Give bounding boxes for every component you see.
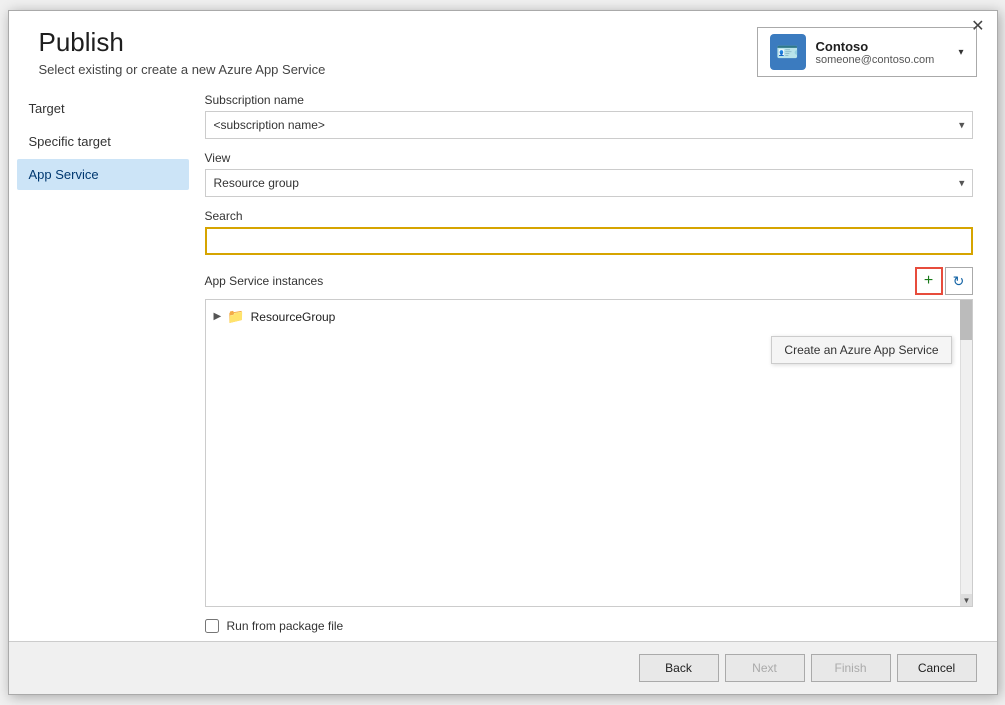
refresh-icon: ↻ [953,273,965,290]
add-tooltip: Create an Azure App Service [771,336,951,364]
sidebar-item-app-service[interactable]: App Service [17,159,189,190]
tree-item-resourcegroup[interactable]: ▶ 📁 ResourceGroup [206,304,972,329]
plus-icon: + [924,272,933,290]
checkbox-row: Run from package file [205,607,973,641]
view-group: View Resource group [205,151,973,197]
subscription-label: Subscription name [205,93,973,107]
view-select-wrapper: Resource group [205,169,973,197]
search-group: Search [205,209,973,255]
sidebar: Target Specific target App Service [9,93,189,641]
finish-button[interactable]: Finish [811,654,891,682]
avatar-icon: 🪪 [776,42,798,63]
dialog-footer: Back Next Finish Cancel [9,641,997,694]
folder-icon: 📁 [227,308,244,325]
refresh-button[interactable]: ↻ [945,267,973,295]
cancel-button[interactable]: Cancel [897,654,977,682]
subscription-group: Subscription name <subscription name> [205,93,973,139]
add-app-service-button[interactable]: + [915,267,943,295]
view-label: View [205,151,973,165]
subscription-select[interactable]: <subscription name> [205,111,973,139]
account-name: Contoso [816,39,949,54]
publish-dialog: ✕ Publish Select existing or create a ne… [8,10,998,695]
instances-list-inner: ▶ 📁 ResourceGroup [206,300,972,333]
back-button[interactable]: Back [639,654,719,682]
dialog-body: Target Specific target App Service Subsc… [9,77,997,641]
search-label: Search [205,209,973,223]
scrollbar-thumb[interactable] [960,300,972,340]
tree-item-label: ResourceGroup [251,310,336,324]
account-info: Contoso someone@contoso.com [816,39,949,66]
account-email: someone@contoso.com [816,54,949,66]
instances-list[interactable]: ▶ 📁 ResourceGroup Create an Azure App Se… [205,299,973,607]
scrollbar-track: ▲ ▼ [960,300,972,606]
dialog-title: Publish [39,27,326,58]
view-select[interactable]: Resource group [205,169,973,197]
tree-expand-arrow: ▶ [214,311,222,322]
account-avatar: 🪪 [770,34,806,70]
next-button[interactable]: Next [725,654,805,682]
scrollbar-down[interactable]: ▼ [961,594,973,606]
sidebar-item-specific-target[interactable]: Specific target [17,126,189,157]
instances-actions: + ↻ [915,267,973,295]
run-from-package-checkbox[interactable] [205,619,219,633]
account-selector[interactable]: 🪪 Contoso someone@contoso.com ▾ [757,27,977,77]
dialog-subtitle: Select existing or create a new Azure Ap… [39,62,326,77]
title-bar: Publish Select existing or create a new … [9,11,997,77]
close-button[interactable]: ✕ [971,19,984,35]
instances-section: App Service instances + ↻ ▶ [205,267,973,641]
subscription-select-wrapper: <subscription name> [205,111,973,139]
instances-header: App Service instances + ↻ [205,267,973,295]
run-from-package-label: Run from package file [227,619,344,633]
instances-label: App Service instances [205,274,324,288]
account-dropdown-arrow: ▾ [958,47,963,58]
sidebar-item-target[interactable]: Target [17,93,189,124]
search-input[interactable] [205,227,973,255]
main-content: Subscription name <subscription name> Vi… [189,93,997,641]
title-section: Publish Select existing or create a new … [39,27,326,77]
